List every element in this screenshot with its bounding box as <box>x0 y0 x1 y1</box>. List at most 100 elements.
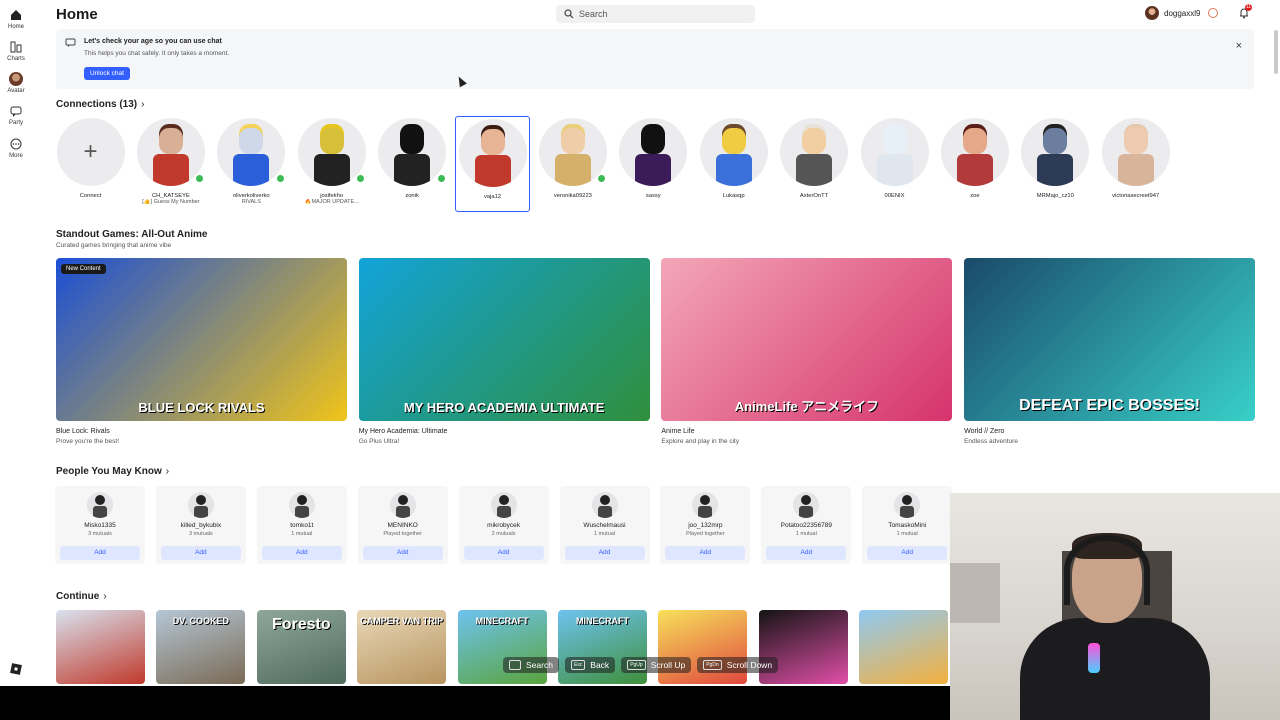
avatar <box>1101 118 1170 186</box>
connection-card[interactable]: MRMajo_cz10 <box>1018 116 1093 212</box>
add-friend-button[interactable]: Add <box>867 546 948 560</box>
webcam-overlay <box>950 493 1280 720</box>
game-art-text: MINECRAFT <box>475 616 529 626</box>
hint-scroll-down: PgDn Scroll Down <box>697 657 779 673</box>
avatar-body <box>152 154 189 186</box>
game-tile[interactable]: New Content BLUE LOCK RIVALS Blue Lock: Ri… <box>56 258 347 445</box>
connection-card[interactable]: zonik <box>375 116 450 212</box>
connection-card[interactable]: AxterOnTT <box>777 116 852 212</box>
people-header[interactable]: People You May Know › <box>56 466 169 477</box>
sidebar-item-more[interactable]: More <box>0 137 32 159</box>
people-title: People You May Know <box>56 466 162 477</box>
connections-header[interactable]: Connections (13) › <box>56 99 144 110</box>
connection-card[interactable]: Lukasqp <box>696 116 771 212</box>
connection-card[interactable]: CH_KATSEYE [👍] Guess My Number <box>133 116 208 212</box>
connection-card[interactable]: victoriasecreet947 <box>1098 116 1173 212</box>
connection-card[interactable]: sassy <box>616 116 691 212</box>
add-friend-button[interactable]: Add <box>60 546 140 560</box>
sidebar-item-avatar[interactable]: Avatar <box>0 72 32 94</box>
continue-game-tile[interactable] <box>859 610 949 684</box>
close-icon[interactable]: × <box>1236 40 1242 52</box>
connection-name: MRMajo_cz10 <box>1036 193 1074 199</box>
hint-label: Scroll Up <box>650 660 686 670</box>
avatar-head <box>400 128 425 154</box>
game-tile[interactable]: DEFEAT EPIC BOSSES! World // Zero Endless … <box>964 258 1256 445</box>
sidebar-item-home[interactable]: Home <box>0 8 32 30</box>
avatar-head <box>319 128 344 154</box>
scrollbar[interactable] <box>1274 30 1278 74</box>
person-card[interactable]: mikrobycek 2 mutuals Add <box>458 486 549 564</box>
connection-card[interactable]: josifekho 🔥MAJOR UPDATE... <box>294 116 369 212</box>
roblox-logo-icon[interactable] <box>0 662 32 678</box>
avatar-head <box>962 128 987 154</box>
add-friend-button[interactable]: Add <box>463 546 544 560</box>
game-art-text: MY HERO ACADEMIA ULTIMATE <box>403 400 605 415</box>
connection-card[interactable]: 00ENIX <box>857 116 932 212</box>
avatar <box>699 118 768 186</box>
add-friend-button[interactable]: Add <box>362 546 443 560</box>
sidebar-item-charts[interactable]: Charts <box>0 40 32 62</box>
unlock-chat-button[interactable]: Unlock chat <box>84 67 130 80</box>
game-thumbnail[interactable]: New Content BLUE LOCK RIVALS <box>56 258 347 421</box>
search-input[interactable]: Search <box>556 5 755 23</box>
game-thumbnail[interactable]: DEFEAT EPIC BOSSES! <box>964 258 1256 421</box>
game-title: My Hero Academia: Ultimate <box>358 428 448 435</box>
user-profile[interactable]: doggaxxl9 <box>1145 6 1219 20</box>
avatar <box>217 118 286 186</box>
continue-game-tile[interactable]: CAMPER VAN TRIP <box>357 610 447 684</box>
avatar-head <box>239 128 264 154</box>
connection-status: 🔥MAJOR UPDATE... <box>304 199 359 205</box>
connection-card[interactable]: veronika09223 <box>535 116 610 212</box>
connect-button[interactable]: + Connect <box>53 116 128 212</box>
connection-name: Connect <box>79 193 102 199</box>
hint-scroll-up: PgUp Scroll Up <box>621 657 692 673</box>
page-title: Home <box>56 6 98 23</box>
sidebar-item-party[interactable]: Party <box>0 104 32 126</box>
avatar-icon <box>9 72 23 86</box>
continue-game-tile[interactable]: Foresto <box>256 610 346 684</box>
add-friend-button[interactable]: Add <box>766 546 847 560</box>
avatar-head <box>1123 128 1148 154</box>
continue-game-tile[interactable] <box>56 610 145 684</box>
person-card[interactable]: joo_132mrp Played together Add <box>660 486 751 564</box>
avatar-body <box>1117 154 1154 186</box>
continue-header[interactable]: Continue › <box>56 591 107 602</box>
person-card[interactable]: Potatoo22356789 1 mutual Add <box>761 486 852 564</box>
person-card[interactable]: MENINKO Played together Add <box>357 486 448 564</box>
game-title: Anime Life <box>661 428 695 435</box>
connection-card[interactable]: vaja12 <box>455 116 530 212</box>
add-friend-button[interactable]: Add <box>564 546 645 560</box>
avatar <box>458 119 527 187</box>
game-tile[interactable]: AnimeLife アニメライフ Anime Life Explore and pl… <box>661 258 953 445</box>
key-icon: Esc <box>570 660 586 670</box>
person-name: TomaskoMini <box>888 522 927 529</box>
banner-subtitle: This helps you chat safely. It only take… <box>84 50 230 57</box>
add-friend-button[interactable]: Add <box>160 546 241 560</box>
game-art-text: Foresto <box>271 616 331 633</box>
person-card[interactable]: TomaskoMini 1 mutual Add <box>862 486 953 564</box>
key-icon <box>509 660 521 670</box>
connection-name: zoe <box>970 193 980 199</box>
continue-game-tile[interactable]: DV. COOKED <box>156 610 246 684</box>
avatar-body <box>715 154 752 186</box>
home-icon <box>11 10 21 20</box>
avatar <box>780 118 849 186</box>
game-thumbnail[interactable]: AnimeLife アニメライフ <box>661 258 953 421</box>
new-content-badge: New Content <box>61 264 106 274</box>
person-card[interactable]: killed_bykubix 3 mutuals Add <box>155 486 246 564</box>
robux-icon[interactable] <box>1208 8 1219 18</box>
connection-card[interactable]: zoe <box>937 116 1012 212</box>
person-card[interactable]: Misko1335 3 mutuals Add <box>55 486 145 564</box>
person-card[interactable]: Wuschelmausi 1 mutual Add <box>559 486 650 564</box>
avatar-head <box>158 128 183 154</box>
connection-card[interactable]: oliverkoliverko RIVALS <box>214 116 289 212</box>
hint-label: Back <box>590 660 610 670</box>
person-card[interactable]: tomko1t 1 mutual Add <box>256 486 347 564</box>
add-friend-button[interactable]: Add <box>261 546 342 560</box>
game-thumbnail[interactable]: MY HERO ACADEMIA ULTIMATE <box>358 258 650 421</box>
connection-name: sassy <box>645 193 661 199</box>
game-tile[interactable]: MY HERO ACADEMIA ULTIMATE My Hero Academi… <box>358 258 650 445</box>
add-friend-button[interactable]: Add <box>665 546 746 560</box>
avatar-head <box>480 129 505 155</box>
online-status-icon <box>436 174 446 183</box>
